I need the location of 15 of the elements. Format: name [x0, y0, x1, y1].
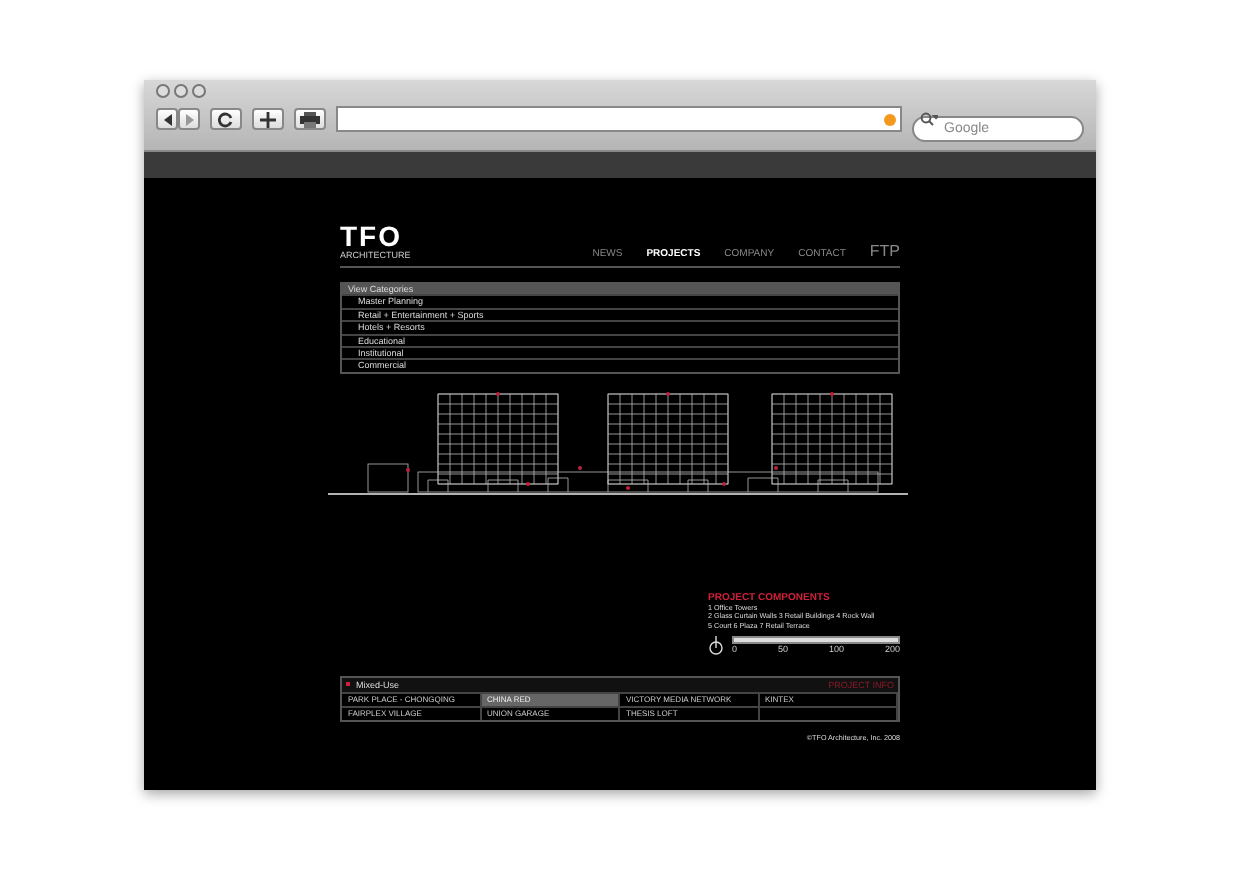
- print-button[interactable]: [294, 108, 326, 130]
- search-icon: [920, 112, 938, 126]
- printer-icon: [300, 111, 320, 127]
- plus-icon: [260, 111, 276, 127]
- logo-text[interactable]: TFO: [340, 222, 411, 250]
- forward-arrow-icon: [183, 113, 195, 125]
- back-button[interactable]: [156, 108, 178, 130]
- back-arrow-icon: [161, 113, 173, 125]
- address-field[interactable]: [336, 106, 902, 132]
- table-cell: [759, 705, 898, 720]
- reload-button[interactable]: [210, 108, 242, 130]
- rss-icon[interactable]: [884, 113, 896, 125]
- reload-icon: [218, 111, 234, 127]
- add-bookmark-button[interactable]: [252, 108, 284, 130]
- nav-link[interactable]: FTP: [869, 244, 900, 260]
